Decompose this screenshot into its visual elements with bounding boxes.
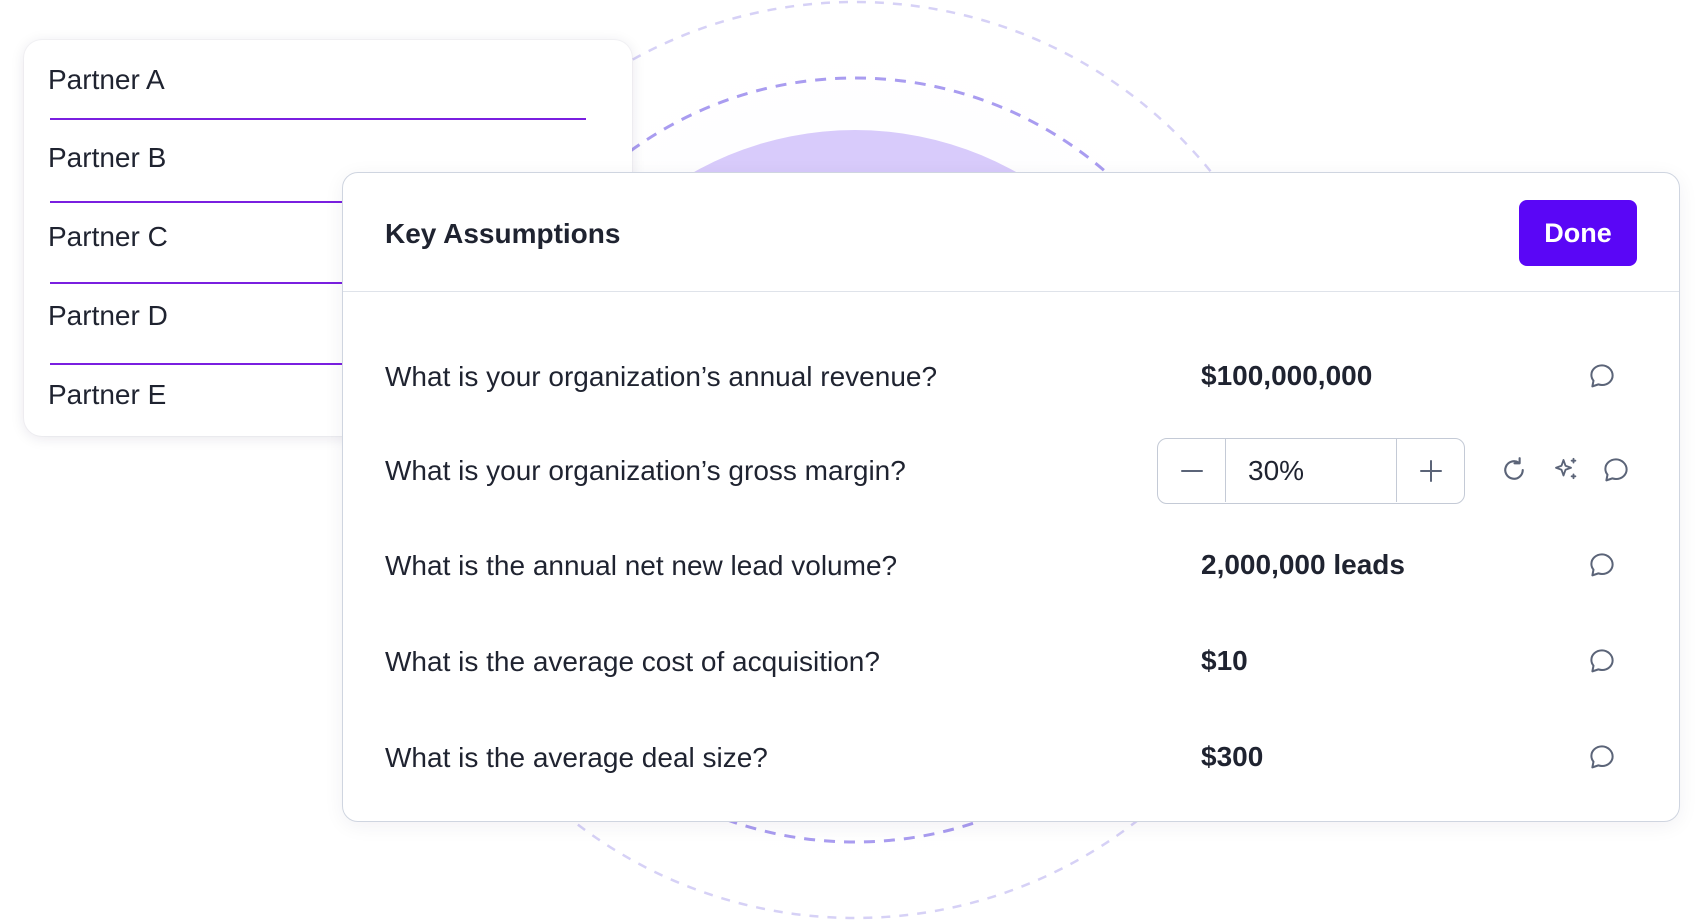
comment-icon[interactable]: [1597, 451, 1635, 489]
done-button[interactable]: Done: [1519, 200, 1637, 266]
assumption-row-deal-size: What is the average deal size? $300: [343, 722, 1679, 792]
gross-margin-input[interactable]: [1226, 439, 1395, 502]
partner-label-c[interactable]: Partner C: [48, 221, 168, 253]
stage: Partner A Partner B Partner C Partner D …: [0, 0, 1704, 922]
comment-icon[interactable]: [1583, 546, 1621, 584]
assumption-row-gross-margin: What is your organization’s gross margin…: [343, 435, 1679, 505]
refresh-icon[interactable]: [1495, 451, 1533, 489]
partner-label-e[interactable]: Partner E: [48, 379, 166, 411]
increment-button[interactable]: [1396, 439, 1464, 502]
answer-value: 2,000,000 leads: [1201, 549, 1405, 580]
comment-icon[interactable]: [1583, 357, 1621, 395]
question-label: What is the annual net new lead volume?: [385, 550, 898, 581]
sparkle-icon[interactable]: [1547, 451, 1585, 489]
dialog-header: Key Assumptions Done: [343, 173, 1679, 292]
question-label: What is your organization’s annual reven…: [385, 361, 938, 392]
assumption-row-revenue: What is your organization’s annual reven…: [343, 341, 1679, 411]
answer-value: $300: [1201, 741, 1264, 772]
key-assumptions-dialog: Key Assumptions Done What is your organi…: [342, 172, 1680, 822]
answer-value: $100,000,000: [1201, 360, 1373, 391]
assumption-row-lead-volume: What is the annual net new lead volume? …: [343, 530, 1679, 600]
comment-icon[interactable]: [1583, 642, 1621, 680]
answer-value: $10: [1201, 645, 1248, 676]
minus-icon: [1180, 469, 1203, 472]
partner-label-a[interactable]: Partner A: [48, 64, 165, 96]
question-label: What is the average deal size?: [385, 742, 768, 773]
comment-icon[interactable]: [1583, 738, 1621, 776]
dialog-title: Key Assumptions: [385, 218, 621, 249]
partner-label-d[interactable]: Partner D: [48, 300, 168, 332]
gross-margin-stepper: [1157, 438, 1465, 504]
decrement-button[interactable]: [1158, 439, 1226, 502]
question-label: What is the average cost of acquisition?: [385, 646, 880, 677]
plus-icon: [1419, 459, 1442, 482]
partner-label-b[interactable]: Partner B: [48, 142, 166, 174]
assumption-row-acquisition-cost: What is the average cost of acquisition?…: [343, 626, 1679, 696]
question-label: What is your organization’s gross margin…: [385, 455, 906, 486]
partner-divider: [50, 118, 586, 120]
